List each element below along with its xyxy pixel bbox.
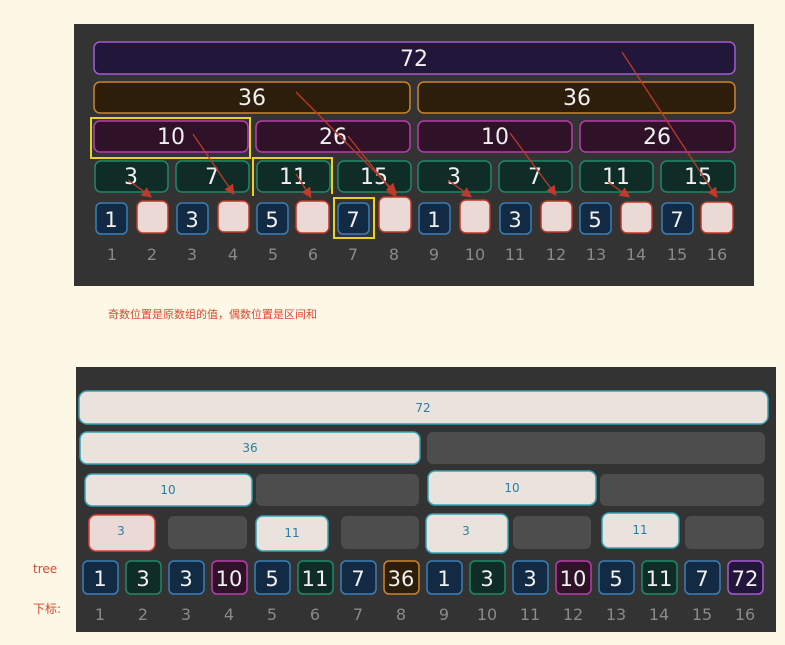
tree-value-2: 3 bbox=[136, 567, 149, 591]
top-level3-value-1: 10 bbox=[157, 125, 185, 150]
bottom-node-empty-l4-a bbox=[168, 516, 247, 549]
tree-row-label: tree bbox=[33, 562, 57, 576]
top-level4-value-5: 3 bbox=[447, 165, 461, 190]
bottom-node-empty-l4-c bbox=[513, 516, 591, 549]
top-leaf-12-blank bbox=[540, 200, 573, 233]
tree-value-7: 7 bbox=[351, 567, 364, 591]
bottom-level4-value-3: 11 bbox=[284, 526, 299, 540]
top-level1-value: 72 bbox=[400, 47, 428, 72]
top-level3-value-4: 26 bbox=[643, 125, 671, 150]
top-index-7: 7 bbox=[348, 245, 358, 264]
tree-value-11: 3 bbox=[523, 567, 536, 591]
tree-value-16: 72 bbox=[732, 567, 759, 591]
bottom-index-7: 7 bbox=[353, 605, 363, 624]
bottom-index-2: 2 bbox=[138, 605, 148, 624]
top-leaf-value-5: 5 bbox=[265, 208, 278, 232]
bottom-index-16: 16 bbox=[735, 605, 755, 624]
top-index-10: 10 bbox=[465, 245, 485, 264]
top-index-3: 3 bbox=[187, 245, 197, 264]
top-leaf-10-blank bbox=[459, 199, 491, 234]
top-level4-value-6: 7 bbox=[528, 165, 542, 190]
bottom-diagram: 72 36 10 10 3 11 3 11 tree 下标: 1 3 3 10 … bbox=[33, 367, 776, 632]
tree-value-1: 1 bbox=[93, 567, 106, 591]
tree-value-13: 5 bbox=[609, 567, 622, 591]
top-index-13: 13 bbox=[586, 245, 606, 264]
top-leaf-8-blank bbox=[378, 196, 412, 233]
top-leaf-4-blank bbox=[217, 200, 250, 233]
top-leaf-6-blank bbox=[295, 200, 330, 234]
tree-value-3: 3 bbox=[179, 567, 192, 591]
top-leaf-value-9: 1 bbox=[427, 208, 440, 232]
bottom-index-3: 3 bbox=[181, 605, 191, 624]
bottom-node-empty-l3-b bbox=[600, 474, 764, 506]
bottom-index-14: 14 bbox=[649, 605, 669, 624]
tree-value-15: 7 bbox=[695, 567, 708, 591]
top-index-14: 14 bbox=[626, 245, 646, 264]
top-index-2: 2 bbox=[147, 245, 157, 264]
top-index-16: 16 bbox=[707, 245, 727, 264]
top-leaf-value-13: 5 bbox=[588, 208, 601, 232]
top-leaf-16-blank bbox=[700, 201, 734, 234]
bottom-index-15: 15 bbox=[692, 605, 712, 624]
tree-value-6: 11 bbox=[302, 567, 329, 591]
bottom-level3-value-3: 10 bbox=[504, 481, 519, 495]
top-leaf-value-7: 7 bbox=[346, 208, 359, 232]
caption-text: 奇数位置是原数组的值，偶数位置是区间和 bbox=[108, 307, 317, 321]
bottom-index-1: 1 bbox=[95, 605, 105, 624]
tree-value-4: 10 bbox=[216, 567, 243, 591]
bottom-level4-value-5: 3 bbox=[462, 524, 470, 538]
bottom-level3-value-1: 10 bbox=[160, 483, 175, 497]
top-leaf-value-15: 7 bbox=[670, 208, 683, 232]
top-level2-left-value: 36 bbox=[238, 86, 266, 111]
bottom-index-10: 10 bbox=[477, 605, 497, 624]
segment-tree-illustration: 72 36 36 10 26 10 26 3 7 11 15 3 7 11 15 bbox=[33, 24, 776, 632]
top-leaf-value-3: 3 bbox=[185, 208, 198, 232]
top-index-4: 4 bbox=[228, 245, 238, 264]
top-leaf-14-blank bbox=[620, 201, 653, 234]
top-level3-value-3: 10 bbox=[481, 125, 509, 150]
bottom-index-4: 4 bbox=[224, 605, 234, 624]
top-index-15: 15 bbox=[667, 245, 687, 264]
bottom-node-empty-l2 bbox=[427, 432, 765, 464]
tree-value-8: 36 bbox=[388, 567, 415, 591]
bottom-index-5: 5 bbox=[267, 605, 277, 624]
bottom-level4-value-1: 3 bbox=[117, 524, 125, 538]
bottom-index-8: 8 bbox=[396, 605, 406, 624]
bottom-index-12: 12 bbox=[563, 605, 583, 624]
bottom-index-9: 9 bbox=[439, 605, 449, 624]
top-index-12: 12 bbox=[546, 245, 566, 264]
top-index-8: 8 bbox=[389, 245, 399, 264]
top-index-5: 5 bbox=[268, 245, 278, 264]
bottom-level1-value: 72 bbox=[415, 401, 430, 415]
top-level2-right-value: 36 bbox=[563, 86, 591, 111]
bottom-index-6: 6 bbox=[310, 605, 320, 624]
top-leaf-value-11: 3 bbox=[508, 208, 521, 232]
bottom-level4-value-7: 11 bbox=[632, 523, 647, 537]
top-index-1: 1 bbox=[107, 245, 117, 264]
tree-value-10: 3 bbox=[480, 567, 493, 591]
bottom-index-11: 11 bbox=[520, 605, 540, 624]
top-leaf-value-1: 1 bbox=[104, 208, 117, 232]
tree-value-14: 11 bbox=[646, 567, 673, 591]
top-index-6: 6 bbox=[308, 245, 318, 264]
top-leaf-2-blank bbox=[136, 200, 169, 234]
bottom-node-empty-l4-d bbox=[685, 516, 764, 549]
bottom-node-empty-l3-a bbox=[256, 474, 419, 506]
tree-value-9: 1 bbox=[437, 567, 450, 591]
tree-value-5: 5 bbox=[265, 567, 278, 591]
top-index-9: 9 bbox=[429, 245, 439, 264]
top-level4-value-3: 11 bbox=[279, 165, 307, 190]
bottom-node-empty-l4-b bbox=[341, 516, 419, 549]
tree-value-12: 10 bbox=[560, 567, 587, 591]
top-diagram: 72 36 36 10 26 10 26 3 7 11 15 3 7 11 15 bbox=[74, 24, 754, 286]
bottom-index-13: 13 bbox=[606, 605, 626, 624]
index-row-label: 下标: bbox=[33, 602, 61, 616]
top-level4-value-7: 11 bbox=[602, 165, 630, 190]
top-index-11: 11 bbox=[505, 245, 525, 264]
bottom-level2-value: 36 bbox=[242, 441, 257, 455]
